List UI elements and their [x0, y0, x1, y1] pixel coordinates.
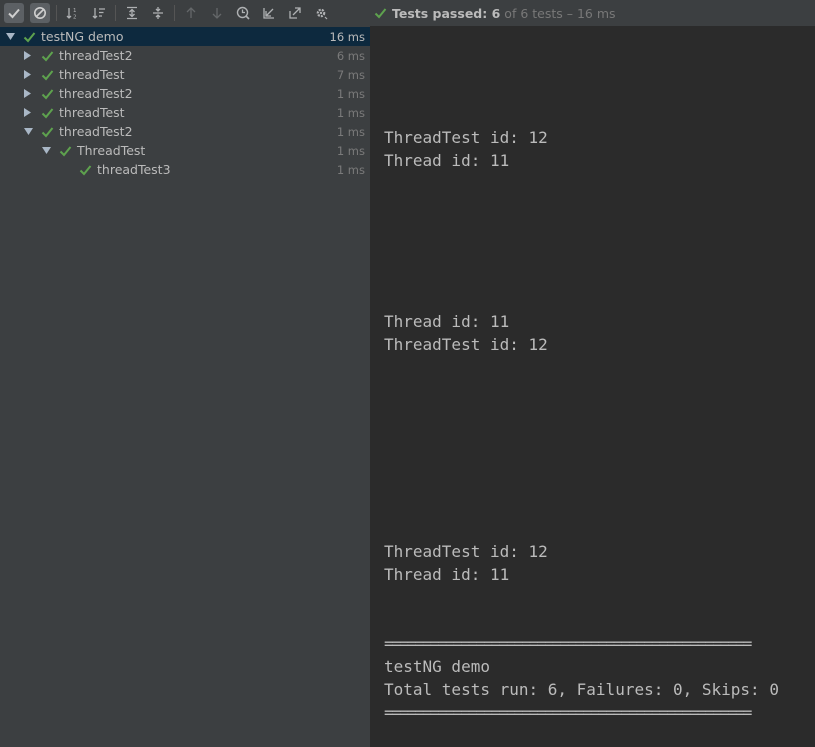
svg-text:2: 2: [73, 15, 77, 21]
tree-node-test[interactable]: threadTest 7 ms: [0, 65, 370, 84]
console-separator-line: ========================================…: [384, 634, 752, 653]
expand-all-button[interactable]: [122, 3, 142, 23]
tree-node-label: testNG demo: [41, 29, 124, 44]
tests-passed-label: Tests passed: 6: [392, 5, 501, 21]
test-results-tree[interactable]: testNG demo 16 ms threadTest2 6 ms threa…: [0, 26, 370, 747]
sort-duration-icon: [92, 8, 105, 19]
passed-check-icon: [41, 107, 54, 119]
check-icon: [8, 8, 20, 19]
sort-by-duration-button[interactable]: [89, 3, 109, 23]
tree-node-test[interactable]: threadTest2 1 ms: [0, 84, 370, 103]
tree-node-duration: 1 ms: [336, 124, 365, 139]
tree-node-duration: 7 ms: [336, 67, 365, 82]
previous-failed-button[interactable]: [181, 3, 201, 23]
sort-alphabetically-button[interactable]: 12: [63, 3, 83, 23]
tree-node-label: threadTest: [59, 67, 125, 82]
toolbar-separator: [174, 5, 175, 21]
tree-node-class[interactable]: ThreadTest 1 ms: [0, 141, 370, 160]
passed-check-icon: [23, 31, 36, 43]
tree-node-duration: 16 ms: [329, 29, 365, 44]
import-tests-button[interactable]: [259, 3, 279, 23]
cancel-circle-icon: [34, 7, 46, 19]
settings-button[interactable]: [311, 3, 331, 23]
passed-check-icon: [41, 88, 54, 100]
collapse-all-icon: [153, 7, 163, 19]
tests-summary-label: of 6 tests – 16 ms: [504, 5, 616, 21]
console-output[interactable]: ThreadTest id: 12 Thread id: 11 Thread i…: [370, 26, 815, 747]
show-passed-button[interactable]: [4, 3, 24, 23]
tree-node-test[interactable]: threadTest 1 ms: [0, 103, 370, 122]
collapsed-triangle-icon[interactable]: [23, 108, 33, 118]
console-line: testNG demo: [384, 657, 490, 676]
tree-node-duration: 1 ms: [336, 86, 365, 101]
expand-all-icon: [127, 6, 137, 20]
arrow-down-icon: [212, 8, 222, 19]
arrow-up-icon: [186, 7, 196, 18]
passed-check-icon: [41, 69, 54, 81]
collapsed-triangle-icon[interactable]: [23, 51, 33, 61]
tree-node-duration: 1 ms: [336, 143, 365, 158]
tree-node-test[interactable]: threadTest2 1 ms: [0, 122, 370, 141]
tree-node-label: threadTest2: [59, 124, 133, 139]
show-ignored-button[interactable]: [30, 3, 50, 23]
tree-node-label: threadTest: [59, 105, 125, 120]
collapsed-triangle-icon[interactable]: [23, 70, 33, 80]
collapse-all-button[interactable]: [148, 3, 168, 23]
sort-alpha-icon: 12: [66, 8, 77, 21]
console-line: ThreadTest id: 12: [384, 542, 548, 561]
expand-triangle-icon[interactable]: [23, 127, 33, 137]
export-tests-button[interactable]: [285, 3, 305, 23]
tree-node-method[interactable]: threadTest3 1 ms: [0, 160, 370, 179]
expand-triangle-icon[interactable]: [41, 146, 51, 156]
tree-node-label: threadTest2: [59, 48, 133, 63]
tree-node-duration: 1 ms: [336, 105, 365, 120]
test-runner-toolbar: 12: [0, 0, 370, 26]
console-separator-line: ========================================…: [384, 703, 752, 722]
check-icon: [374, 8, 387, 19]
collapsed-triangle-icon[interactable]: [23, 89, 33, 99]
import-icon: [263, 8, 274, 19]
tree-node-suite[interactable]: testNG demo 16 ms: [0, 27, 370, 46]
tree-node-duration: 6 ms: [336, 48, 365, 63]
tree-node-test[interactable]: threadTest2 6 ms: [0, 46, 370, 65]
settings-gear-icon: [316, 8, 328, 20]
tree-node-label: ThreadTest: [77, 143, 146, 158]
console-line: Thread id: 11: [384, 151, 510, 170]
tree-node-label: threadTest3: [97, 162, 171, 177]
passed-check-icon: [41, 126, 54, 138]
test-history-button[interactable]: [233, 3, 253, 23]
tree-node-duration: 1 ms: [336, 162, 365, 177]
console-line: ThreadTest id: 12: [384, 335, 548, 354]
tree-node-label: threadTest2: [59, 86, 133, 101]
console-line: ThreadTest id: 12: [384, 128, 548, 147]
passed-check-icon: [41, 50, 54, 62]
test-status-bar: Tests passed: 6 of 6 tests – 16 ms: [370, 0, 815, 26]
passed-check-icon: [59, 145, 72, 157]
console-summary-line: Total tests run: 6, Failures: 0, Skips: …: [384, 680, 779, 699]
toolbar-separator: [115, 5, 116, 21]
console-line: Thread id: 11: [384, 312, 510, 331]
passed-check-icon: [79, 164, 92, 176]
expand-triangle-icon[interactable]: [5, 32, 15, 42]
history-icon: [236, 6, 250, 20]
export-icon: [289, 7, 301, 19]
next-failed-button[interactable]: [207, 3, 227, 23]
svg-text:1: 1: [73, 8, 77, 14]
toolbar-separator: [56, 5, 57, 21]
console-line: Thread id: 11: [384, 565, 510, 584]
